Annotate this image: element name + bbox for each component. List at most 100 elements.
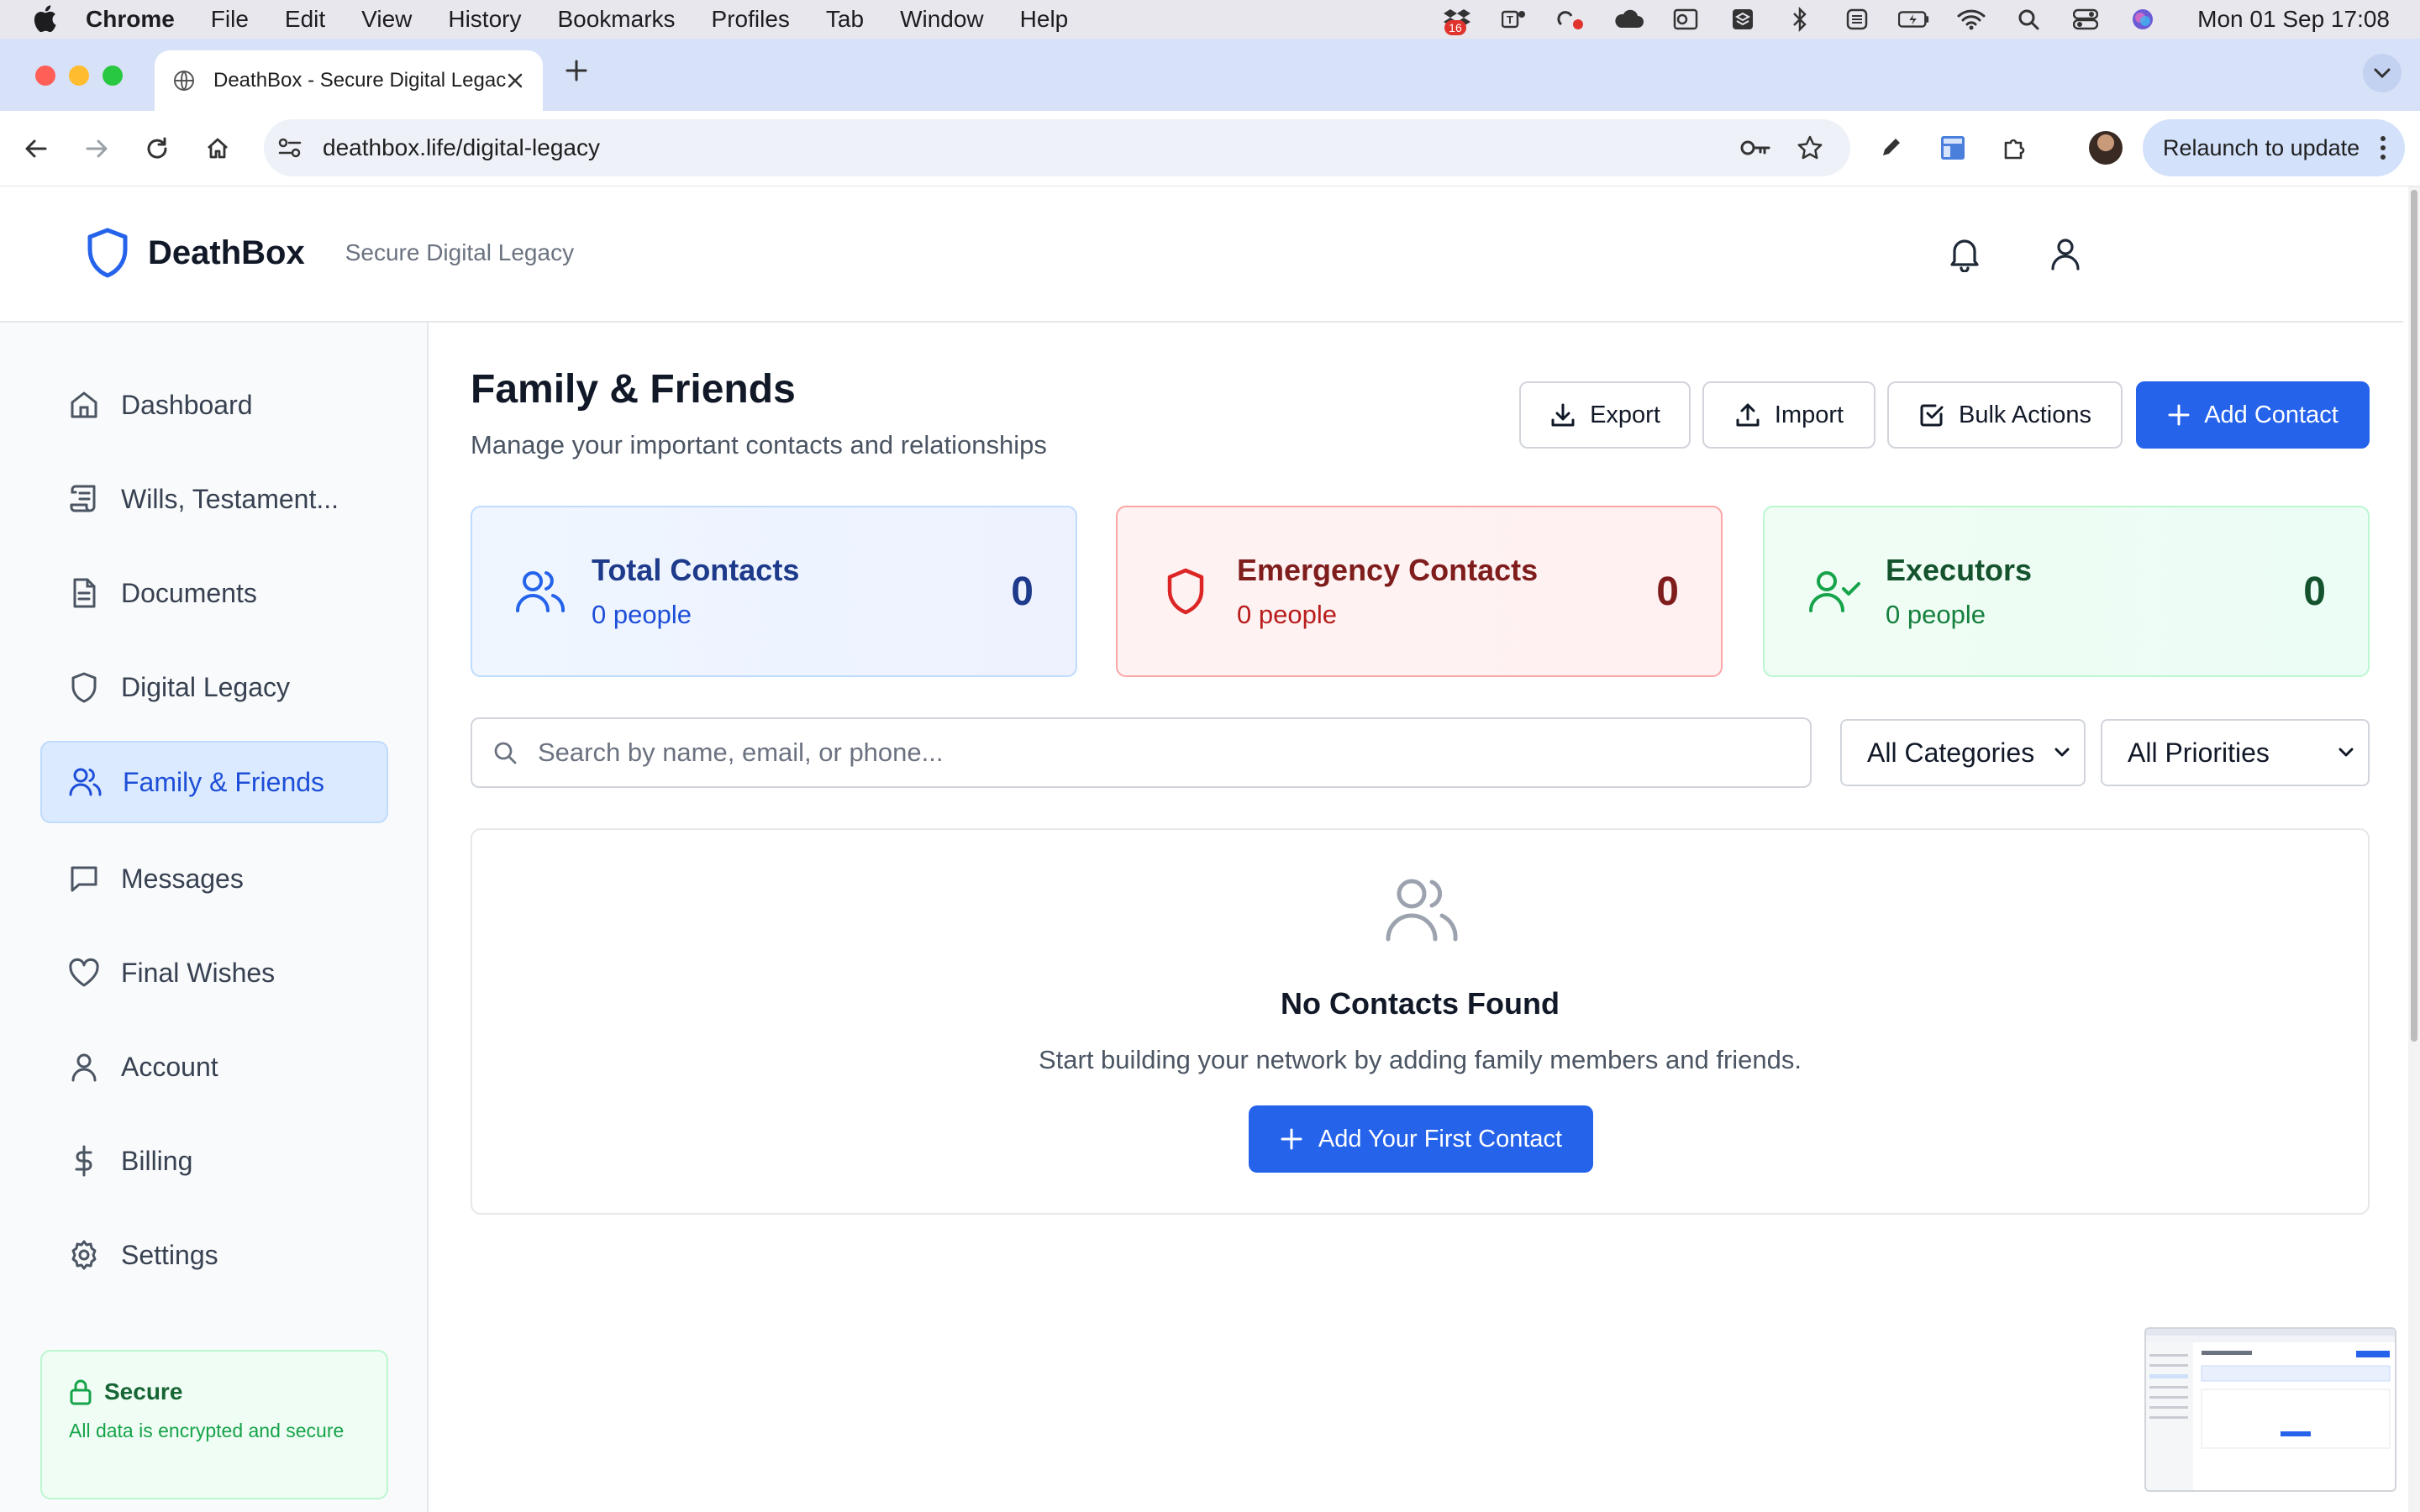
teams-icon[interactable]: T <box>1498 7 1530 32</box>
sidebar-item-label: Documents <box>121 577 257 608</box>
stat-sub: 0 people <box>1886 600 1986 629</box>
empty-state-card: No Contacts Found Start building your ne… <box>471 828 2370 1215</box>
screenshot-preview-thumbnail[interactable] <box>2144 1327 2396 1492</box>
add-first-contact-button[interactable]: Add Your First Contact <box>1249 1105 1593 1173</box>
forward-button[interactable] <box>77 129 116 168</box>
menu-bookmarks[interactable]: Bookmarks <box>557 6 675 33</box>
svg-text:T: T <box>1507 13 1513 26</box>
stat-label: Emergency Contacts <box>1237 553 1539 587</box>
tab-search-button[interactable] <box>2363 54 2402 92</box>
relaunch-label: Relaunch to update <box>2163 134 2360 160</box>
notifications-bell-icon[interactable] <box>1941 230 1988 277</box>
sidebar-item-label: Account <box>121 1051 218 1082</box>
address-bar[interactable]: deathbox.life/digital-legacy <box>264 119 1850 176</box>
site-info-icon[interactable] <box>277 136 302 160</box>
chevron-down-icon <box>2338 748 2354 757</box>
shield-icon <box>1160 565 1212 617</box>
add-first-contact-label: Add Your First Contact <box>1318 1125 1563 1152</box>
maximize-window-button[interactable] <box>103 66 123 86</box>
user-icon <box>67 1050 101 1084</box>
sidebar-item-dashboard[interactable]: Dashboard <box>40 364 388 446</box>
gear-icon <box>67 1238 101 1272</box>
layout-extension-icon[interactable] <box>1939 134 1966 161</box>
export-button[interactable]: Export <box>1519 381 1691 449</box>
brand[interactable]: DeathBox Secure Digital Legacy <box>84 227 574 279</box>
import-button[interactable]: Import <box>1702 381 1876 449</box>
status-tray: 16 T Mon 01 Sep 17:08 <box>1441 0 2390 39</box>
bulk-actions-button[interactable]: Bulk Actions <box>1887 381 2123 449</box>
home-button[interactable] <box>198 129 237 168</box>
reload-button[interactable] <box>138 129 176 168</box>
user-profile-icon[interactable] <box>2042 230 2089 277</box>
menu-file[interactable]: File <box>211 6 249 33</box>
menu-tab[interactable]: Tab <box>826 6 864 33</box>
file-text-icon <box>67 576 101 610</box>
profile-avatar[interactable] <box>2089 131 2123 165</box>
layers-icon[interactable] <box>1727 7 1759 32</box>
stat-value: 0 <box>2303 569 2326 614</box>
browser-tab-active[interactable]: DeathBox - Secure Digital Legacy <box>155 50 543 111</box>
siri-icon[interactable] <box>2127 7 2159 32</box>
sidebar-item-family-friends[interactable]: Family & Friends <box>40 741 388 823</box>
page-scrollbar[interactable] <box>2408 186 2420 1512</box>
menu-window[interactable]: Window <box>900 6 984 33</box>
close-window-button[interactable] <box>35 66 55 86</box>
scrollbar-thumb[interactable] <box>2411 190 2417 1042</box>
wifi-icon[interactable] <box>1955 7 1987 32</box>
menu-view[interactable]: View <box>361 6 412 33</box>
spotlight-search-icon[interactable] <box>2012 7 2044 32</box>
icloud-icon[interactable] <box>1612 7 1644 32</box>
stat-card-emergency-contacts[interactable]: Emergency Contacts 0 people 0 <box>1116 506 1723 677</box>
sidebar-item-messages[interactable]: Messages <box>40 837 388 920</box>
close-tab-icon[interactable] <box>506 71 524 90</box>
menubar-clock[interactable]: Mon 01 Sep 17:08 <box>2197 6 2390 33</box>
shield-logo-icon <box>84 227 131 279</box>
sidebar-item-documents[interactable]: Documents <box>40 552 388 634</box>
stat-card-executors[interactable]: Executors 0 people 0 <box>1763 506 2370 677</box>
apple-icon[interactable] <box>32 4 59 34</box>
search-input[interactable] <box>538 738 1756 768</box>
sidebar-item-digital-legacy[interactable]: Digital Legacy <box>40 646 388 728</box>
minimize-window-button[interactable] <box>69 66 89 86</box>
upload-icon <box>1736 403 1760 427</box>
category-select[interactable]: All Categories <box>1840 719 2086 786</box>
users-icon <box>514 567 566 616</box>
lock-icon <box>70 1379 92 1405</box>
bluetooth-icon[interactable] <box>1784 7 1816 32</box>
dropbox-icon[interactable]: 16 <box>1441 7 1473 35</box>
sidebar-item-settings[interactable]: Settings <box>40 1214 388 1296</box>
menu-profiles[interactable]: Profiles <box>712 6 790 33</box>
battery-icon[interactable] <box>1898 7 1930 32</box>
outlook-icon[interactable] <box>1670 7 1702 32</box>
import-label: Import <box>1774 401 1844 428</box>
menu-history[interactable]: History <box>448 6 521 33</box>
menu-help[interactable]: Help <box>1020 6 1069 33</box>
bookmark-star-icon[interactable] <box>1797 134 1823 161</box>
menu-edit[interactable]: Edit <box>285 6 325 33</box>
sidebar-item-final-wishes[interactable]: Final Wishes <box>40 932 388 1014</box>
globe-icon <box>173 70 195 92</box>
kebab-menu-icon[interactable] <box>2380 134 2386 161</box>
back-button[interactable] <box>17 129 55 168</box>
app-header: DeathBox Secure Digital Legacy <box>0 186 2403 323</box>
sidebar-item-wills[interactable]: Wills, Testament... <box>40 458 388 540</box>
stat-card-total-contacts[interactable]: Total Contacts 0 people 0 <box>471 506 1077 677</box>
page-title: Family & Friends <box>471 367 796 412</box>
sidebar-item-account[interactable]: Account <box>40 1026 388 1108</box>
vpn-icon[interactable] <box>1841 7 1873 32</box>
sidebar-item-billing[interactable]: Billing <box>40 1120 388 1202</box>
category-select-value: All Categories <box>1867 737 2035 768</box>
stat-label: Total Contacts <box>592 553 800 587</box>
add-contact-button[interactable]: Add Contact <box>2136 381 2370 449</box>
pencil-extension-icon[interactable] <box>1879 134 1904 160</box>
control-center-icon[interactable] <box>2070 7 2102 32</box>
secure-status-card: Secure All data is encrypted and secure <box>40 1350 388 1499</box>
new-tab-button[interactable] <box>565 59 588 82</box>
extensions-puzzle-icon[interactable] <box>2002 134 2028 161</box>
priority-select[interactable]: All Priorities <box>2101 719 2370 786</box>
menu-app-name[interactable]: Chrome <box>86 6 175 33</box>
creative-cloud-icon[interactable] <box>1555 7 1587 32</box>
relaunch-button[interactable]: Relaunch to update <box>2143 119 2405 176</box>
contact-search-box[interactable] <box>471 717 1812 788</box>
password-key-icon[interactable] <box>1739 136 1771 160</box>
